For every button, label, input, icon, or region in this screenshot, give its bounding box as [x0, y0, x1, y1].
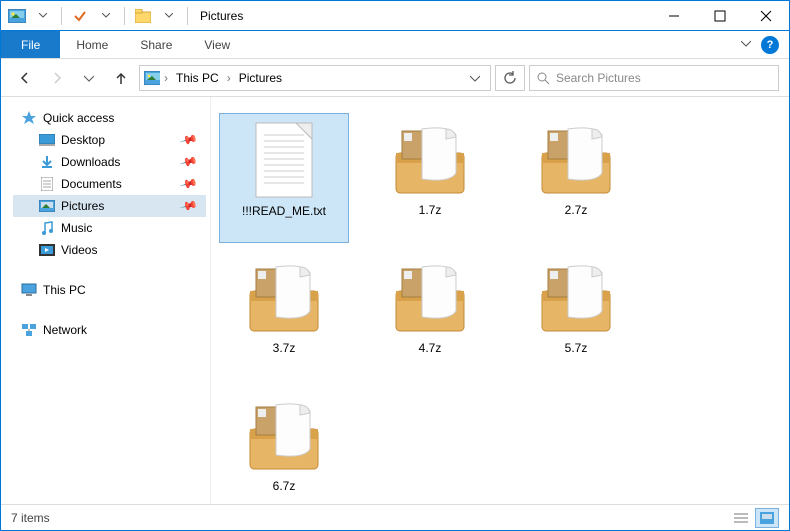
details-view-button[interactable] — [729, 508, 753, 528]
archive-file-icon — [536, 257, 616, 337]
sidebar-item-documents[interactable]: Documents 📌 — [13, 173, 206, 195]
videos-icon — [39, 242, 55, 258]
item-count: 7 items — [11, 511, 50, 525]
chevron-right-icon[interactable]: › — [225, 71, 233, 85]
navigation-bar: › This PC › Pictures Search Pictures — [1, 59, 789, 97]
chevron-down-icon[interactable] — [94, 5, 118, 27]
breadcrumb-segment[interactable]: This PC — [172, 69, 223, 87]
file-item[interactable]: 6.7z — [219, 389, 349, 519]
pictures-folder-icon — [144, 70, 160, 86]
network-label: Network — [43, 323, 87, 337]
network-item[interactable]: Network — [13, 319, 206, 341]
ribbon-tabs: File Home Share View ? — [1, 31, 789, 59]
close-button[interactable] — [743, 1, 789, 31]
file-grid[interactable]: !!!READ_ME.txt 1.7z 2.7z 3.7z 4.7z 5.7z 6.7z — [211, 97, 789, 504]
downloads-icon — [39, 154, 55, 170]
back-button[interactable] — [11, 64, 39, 92]
window-controls — [651, 1, 789, 31]
file-item[interactable]: !!!READ_ME.txt — [219, 113, 349, 243]
chevron-down-icon[interactable] — [31, 5, 55, 27]
sidebar-item-pictures[interactable]: Pictures 📌 — [13, 195, 206, 217]
sidebar-item-videos[interactable]: Videos — [13, 239, 206, 261]
file-name: 5.7z — [565, 341, 588, 355]
search-input[interactable]: Search Pictures — [529, 65, 779, 91]
sidebar-item-label: Videos — [61, 243, 97, 257]
documents-icon — [39, 176, 55, 192]
archive-file-icon — [536, 119, 616, 199]
sidebar-item-label: Music — [61, 221, 92, 235]
folder-icon[interactable] — [131, 5, 155, 27]
quick-access-label: Quick access — [43, 111, 114, 125]
sidebar-item-label: Pictures — [61, 199, 104, 213]
sidebar-item-music[interactable]: Music — [13, 217, 206, 239]
title-bar: Pictures — [1, 1, 789, 31]
file-name: 2.7z — [565, 203, 588, 217]
pin-icon: 📌 — [179, 196, 199, 216]
file-tab[interactable]: File — [1, 31, 60, 58]
sidebar-item-downloads[interactable]: Downloads 📌 — [13, 151, 206, 173]
expand-ribbon-icon[interactable] — [741, 41, 751, 49]
breadcrumb-segment[interactable]: Pictures — [235, 69, 286, 87]
chevron-down-icon[interactable] — [157, 5, 181, 27]
file-name: !!!READ_ME.txt — [242, 204, 326, 218]
file-item[interactable]: 5.7z — [511, 251, 641, 381]
icons-view-button[interactable] — [755, 508, 779, 528]
archive-file-icon — [244, 395, 324, 475]
sidebar-item-label: Downloads — [61, 155, 120, 169]
tab-home[interactable]: Home — [60, 31, 124, 58]
recent-locations-button[interactable] — [75, 64, 103, 92]
navigation-pane: Quick access Desktop📌Downloads📌Documents… — [1, 97, 211, 504]
file-item[interactable]: 2.7z — [511, 113, 641, 243]
this-pc-item[interactable]: This PC — [13, 279, 206, 301]
archive-file-icon — [244, 257, 324, 337]
file-item[interactable]: 3.7z — [219, 251, 349, 381]
network-icon — [21, 322, 37, 338]
app-icon[interactable] — [5, 5, 29, 27]
forward-button[interactable] — [43, 64, 71, 92]
archive-file-icon — [390, 257, 470, 337]
file-name: 4.7z — [419, 341, 442, 355]
search-icon — [536, 71, 550, 85]
refresh-button[interactable] — [495, 65, 525, 91]
up-button[interactable] — [107, 64, 135, 92]
archive-file-icon — [390, 119, 470, 199]
quick-access-toolbar — [1, 5, 196, 27]
sidebar-item-desktop[interactable]: Desktop 📌 — [13, 129, 206, 151]
computer-icon — [21, 282, 37, 298]
star-icon — [21, 110, 37, 126]
help-icon[interactable]: ? — [761, 36, 779, 54]
file-item[interactable]: 1.7z — [365, 113, 495, 243]
pin-icon: 📌 — [179, 152, 199, 172]
search-placeholder: Search Pictures — [556, 71, 641, 85]
text-file-icon — [244, 120, 324, 200]
file-name: 1.7z — [419, 203, 442, 217]
music-icon — [39, 220, 55, 236]
pin-icon: 📌 — [179, 130, 199, 150]
file-item[interactable]: 4.7z — [365, 251, 495, 381]
quick-access-header[interactable]: Quick access — [13, 107, 206, 129]
sidebar-item-label: Documents — [61, 177, 122, 191]
desktop-icon — [39, 132, 55, 148]
this-pc-label: This PC — [43, 283, 86, 297]
address-bar[interactable]: › This PC › Pictures — [139, 65, 491, 91]
chevron-right-icon[interactable]: › — [162, 71, 170, 85]
file-name: 6.7z — [273, 479, 296, 493]
status-bar: 7 items — [1, 504, 789, 530]
maximize-button[interactable] — [697, 1, 743, 31]
address-dropdown-icon[interactable] — [464, 74, 486, 82]
pictures-icon — [39, 198, 55, 214]
checkmark-icon[interactable] — [68, 5, 92, 27]
sidebar-item-label: Desktop — [61, 133, 105, 147]
tab-share[interactable]: Share — [124, 31, 188, 58]
file-name: 3.7z — [273, 341, 296, 355]
window-title: Pictures — [200, 9, 243, 23]
tab-view[interactable]: View — [188, 31, 246, 58]
minimize-button[interactable] — [651, 1, 697, 31]
pin-icon: 📌 — [179, 174, 199, 194]
